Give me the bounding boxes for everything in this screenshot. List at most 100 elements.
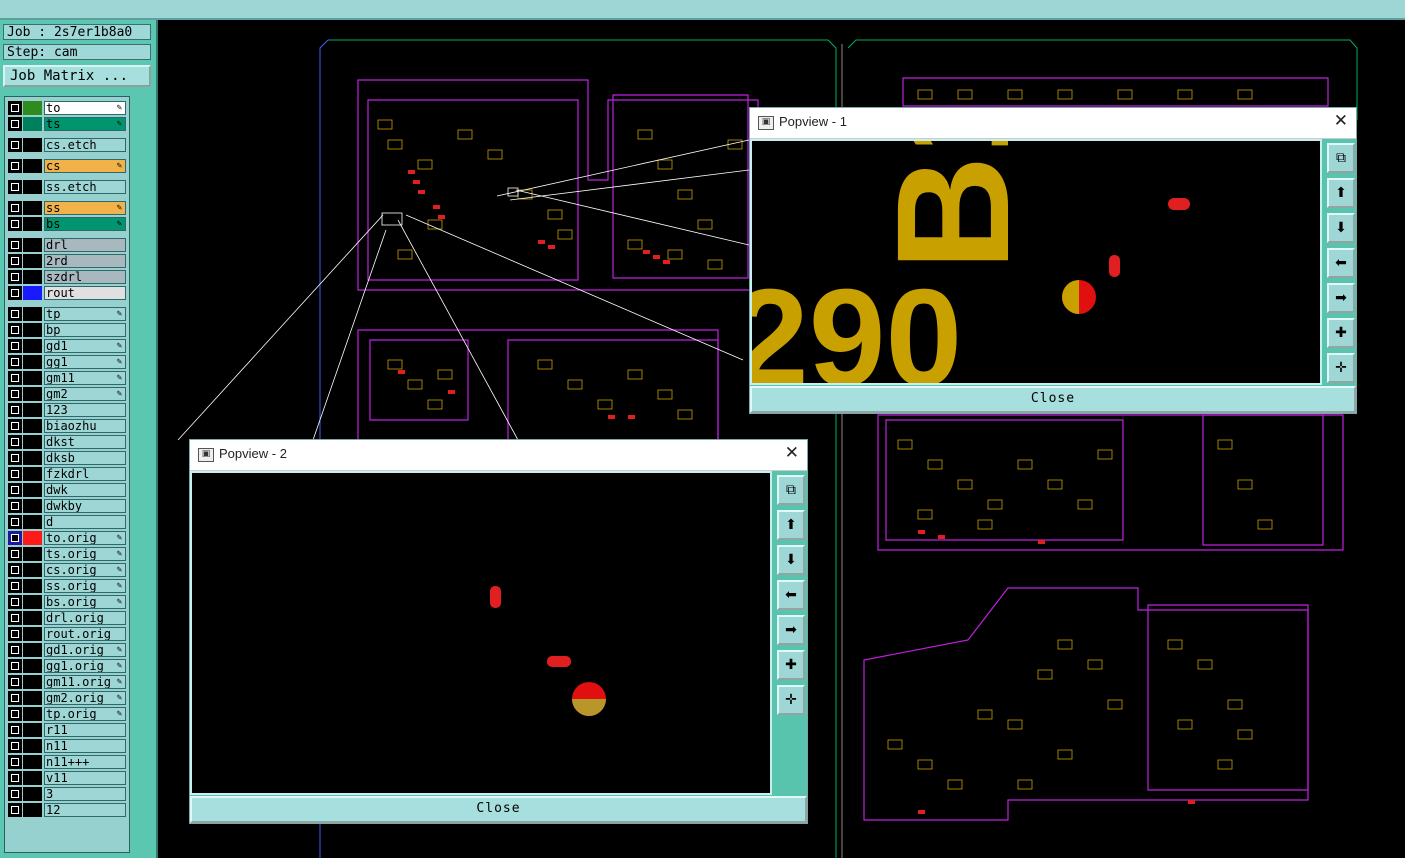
layer-color-swatch[interactable] — [23, 117, 42, 131]
layer-color-swatch[interactable] — [23, 451, 42, 465]
layer-checkbox[interactable] — [8, 371, 22, 385]
layer-name[interactable]: 3 — [44, 787, 126, 801]
layer-row[interactable]: tp.orig ✎ — [8, 707, 126, 721]
layer-checkbox[interactable] — [8, 595, 22, 609]
layer-name[interactable]: r11 — [44, 723, 126, 737]
pan-left-button[interactable]: ⬅ — [1327, 248, 1355, 278]
layer-name[interactable]: to ✎ — [44, 101, 126, 115]
layer-checkbox[interactable] — [8, 117, 22, 131]
layer-color-swatch[interactable] — [23, 435, 42, 449]
layer-row[interactable]: cs ✎ — [8, 159, 126, 173]
layer-checkbox[interactable] — [8, 771, 22, 785]
layer-color-swatch[interactable] — [23, 201, 42, 215]
layer-row[interactable]: ss.etch — [8, 180, 126, 194]
layer-color-swatch[interactable] — [23, 803, 42, 817]
layer-checkbox[interactable] — [8, 451, 22, 465]
layer-name[interactable]: n11 — [44, 739, 126, 753]
layer-name[interactable]: drl.orig — [44, 611, 126, 625]
layer-checkbox[interactable] — [8, 339, 22, 353]
layer-row[interactable]: cs.etch — [8, 138, 126, 152]
layer-checkbox[interactable] — [8, 403, 22, 417]
zoom-in-button[interactable]: ✚ — [1327, 318, 1355, 348]
layer-row[interactable]: n11+++ — [8, 755, 126, 769]
layer-name[interactable]: dkst — [44, 435, 126, 449]
layer-checkbox[interactable] — [8, 483, 22, 497]
layer-color-swatch[interactable] — [23, 723, 42, 737]
layer-checkbox[interactable] — [8, 739, 22, 753]
layer-row[interactable]: fzkdrl — [8, 467, 126, 481]
layer-row[interactable]: gm2 ✎ — [8, 387, 126, 401]
layer-checkbox[interactable] — [8, 101, 22, 115]
layer-row[interactable]: v11 — [8, 771, 126, 785]
layer-name[interactable]: cs ✎ — [44, 159, 126, 173]
layer-name[interactable]: to.orig ✎ — [44, 531, 126, 545]
layer-row[interactable]: tp ✎ — [8, 307, 126, 321]
layer-row[interactable]: drl.orig — [8, 611, 126, 625]
layer-row[interactable]: 2rd — [8, 254, 126, 268]
layer-color-swatch[interactable] — [23, 403, 42, 417]
layer-color-swatch[interactable] — [23, 101, 42, 115]
layer-color-swatch[interactable] — [23, 180, 42, 194]
layer-name[interactable]: bs ✎ — [44, 217, 126, 231]
layer-color-swatch[interactable] — [23, 707, 42, 721]
layer-checkbox[interactable] — [8, 286, 22, 300]
layer-color-swatch[interactable] — [23, 307, 42, 321]
layer-checkbox[interactable] — [8, 659, 22, 673]
layer-color-swatch[interactable] — [23, 739, 42, 753]
layer-color-swatch[interactable] — [23, 771, 42, 785]
layer-checkbox[interactable] — [8, 675, 22, 689]
layer-checkbox[interactable] — [8, 691, 22, 705]
zoom-fit-button[interactable]: ⧉ — [777, 475, 805, 505]
layer-row[interactable]: drl — [8, 238, 126, 252]
layer-checkbox[interactable] — [8, 307, 22, 321]
layer-color-swatch[interactable] — [23, 419, 42, 433]
layer-color-swatch[interactable] — [23, 217, 42, 231]
layer-row[interactable]: gd1 ✎ — [8, 339, 126, 353]
layer-checkbox[interactable] — [8, 387, 22, 401]
popview-1-view[interactable]: B1 290 — [750, 139, 1322, 385]
layer-name[interactable]: bs.orig ✎ — [44, 595, 126, 609]
popview-2-titlebar[interactable]: ▣ Popview - 2 ✕ — [190, 440, 807, 471]
popview-1-close-button[interactable]: Close — [750, 386, 1356, 413]
layer-row[interactable]: bs ✎ — [8, 217, 126, 231]
layer-checkbox[interactable] — [8, 254, 22, 268]
popview-1-titlebar[interactable]: ▣ Popview - 1 ✕ — [750, 108, 1356, 139]
layer-color-swatch[interactable] — [23, 547, 42, 561]
layer-name[interactable]: n11+++ — [44, 755, 126, 769]
pan-left-button[interactable]: ⬅ — [777, 580, 805, 610]
layer-row[interactable]: gm11 ✎ — [8, 371, 126, 385]
layer-color-swatch[interactable] — [23, 355, 42, 369]
layer-name[interactable]: drl — [44, 238, 126, 252]
layer-name[interactable]: dwk — [44, 483, 126, 497]
layer-name[interactable]: ts ✎ — [44, 117, 126, 131]
layer-checkbox[interactable] — [8, 643, 22, 657]
layer-color-swatch[interactable] — [23, 138, 42, 152]
job-matrix-button[interactable]: Job Matrix ... — [3, 65, 151, 87]
layer-row[interactable]: gm2.orig ✎ — [8, 691, 126, 705]
layer-checkbox[interactable] — [8, 563, 22, 577]
layer-name[interactable]: gm2.orig ✎ — [44, 691, 126, 705]
layer-name[interactable]: ts.orig ✎ — [44, 547, 126, 561]
layer-row[interactable]: gm11.orig ✎ — [8, 675, 126, 689]
pan-up-button[interactable]: ⬆ — [1327, 178, 1355, 208]
layer-color-swatch[interactable] — [23, 611, 42, 625]
layer-row[interactable]: rout.orig — [8, 627, 126, 641]
zoom-out-button[interactable]: ✛ — [1327, 353, 1355, 383]
layer-checkbox[interactable] — [8, 323, 22, 337]
layer-row[interactable]: dwkby — [8, 499, 126, 513]
popview-2-view[interactable] — [190, 471, 772, 795]
layer-name[interactable]: d — [44, 515, 126, 529]
layer-row[interactable]: ts ✎ — [8, 117, 126, 131]
layer-row[interactable]: ts.orig ✎ — [8, 547, 126, 561]
layer-name[interactable]: gg1.orig ✎ — [44, 659, 126, 673]
layer-name[interactable]: gm2 ✎ — [44, 387, 126, 401]
layer-checkbox[interactable] — [8, 435, 22, 449]
layer-checkbox[interactable] — [8, 787, 22, 801]
layer-color-swatch[interactable] — [23, 467, 42, 481]
layer-color-swatch[interactable] — [23, 371, 42, 385]
layer-color-swatch[interactable] — [23, 270, 42, 284]
layer-row[interactable]: n11 — [8, 739, 126, 753]
layer-checkbox[interactable] — [8, 355, 22, 369]
layer-row[interactable]: dkst — [8, 435, 126, 449]
layer-checkbox[interactable] — [8, 238, 22, 252]
